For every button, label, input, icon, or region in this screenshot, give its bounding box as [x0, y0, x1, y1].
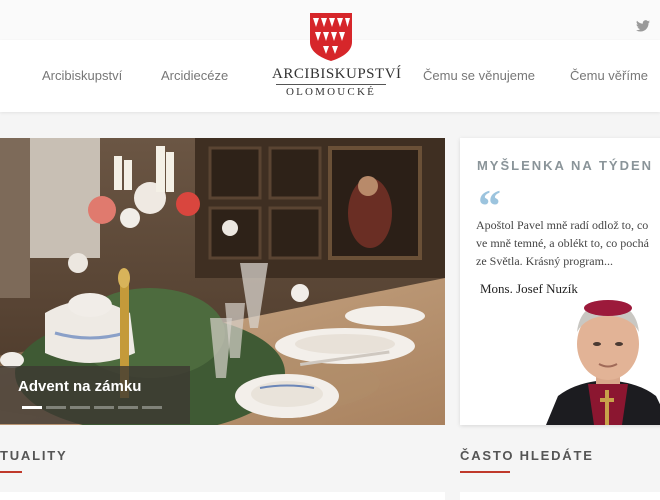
thought-quote: Apoštol Pavel mně radí odlož to, co ve m…	[476, 216, 660, 270]
quote-line: ve mně temné, a oblékt to, co pochá	[476, 236, 649, 250]
quote-line: Apoštol Pavel mně radí odlož to, co	[476, 218, 649, 232]
hero-slider[interactable]: Advent na zámku	[0, 138, 445, 425]
twitter-icon[interactable]	[636, 20, 650, 32]
thought-title: MYŠLENKA NA TÝDEN	[476, 158, 654, 173]
nav-item-arcibiskupstvi[interactable]: Arcibiskupství	[42, 68, 122, 83]
slider-dot[interactable]	[94, 406, 114, 409]
logo-title: ARCIBISKUPSTVÍ	[272, 66, 402, 82]
slider-dot[interactable]	[142, 406, 162, 409]
slider-dots	[22, 406, 166, 424]
nav-item-cemu-se-venujeme[interactable]: Čemu se věnujeme	[423, 68, 535, 83]
nav-item-cemu-verime[interactable]: Čemu věříme	[570, 68, 648, 83]
thought-author: Mons. Josef Nuzík	[480, 281, 578, 296]
site-logo[interactable]: ARCIBISKUPSTVÍ OLOMOUCKÉ	[272, 12, 402, 102]
nav-item-arcidieceze[interactable]: Arcidiecéze	[161, 68, 228, 83]
frequent-title-underline	[460, 471, 510, 473]
frequent-card-top[interactable]	[460, 492, 660, 500]
frequent-section-title: ČASTO HLEDÁTE	[460, 448, 594, 463]
slide-caption[interactable]: Advent na zámku	[0, 366, 190, 424]
logo-subtitle: OLOMOUCKÉ	[276, 84, 386, 99]
author-portrait	[546, 300, 660, 425]
slider-dot[interactable]	[22, 406, 42, 409]
slide-title[interactable]: Advent na zámku	[18, 378, 141, 395]
news-title-underline	[0, 471, 22, 473]
coat-of-arms-icon	[310, 13, 352, 61]
thought-of-the-week-card[interactable]: MYŠLENKA NA TÝDEN “ Apoštol Pavel mně ra…	[460, 138, 660, 425]
slider-dot[interactable]	[46, 406, 66, 409]
news-card-top[interactable]	[0, 492, 445, 500]
quote-line: ze Světla. Krásný program...	[476, 254, 613, 268]
slider-dot[interactable]	[70, 406, 90, 409]
slider-dot[interactable]	[118, 406, 138, 409]
news-section-title: TUALITY	[0, 448, 68, 463]
